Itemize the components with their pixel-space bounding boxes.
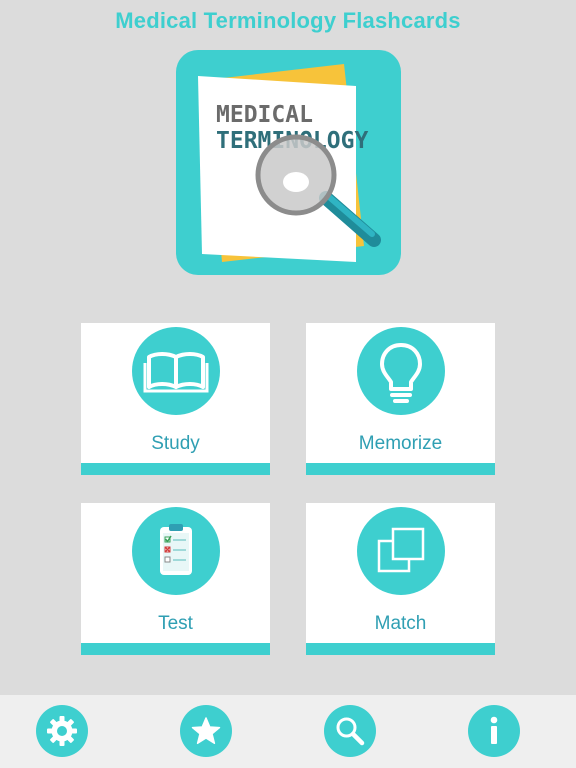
memorize-label: Memorize xyxy=(358,433,443,454)
search-button[interactable] xyxy=(324,705,376,757)
match-icon-circle xyxy=(356,507,445,595)
test-button[interactable]: Test xyxy=(81,503,270,655)
match-label: Match xyxy=(374,613,427,634)
match-stripe xyxy=(306,643,495,655)
logo-illustration: MEDICAL TERMINOLOGY xyxy=(198,64,381,262)
settings-button[interactable] xyxy=(36,705,88,757)
app-logo: MEDICAL TERMINOLOGY xyxy=(176,50,401,275)
memorize-button[interactable]: Memorize xyxy=(306,323,495,475)
info-icon xyxy=(490,716,498,744)
study-label: Study xyxy=(151,433,200,454)
memorize-stripe xyxy=(306,463,495,475)
app-title: Medical Terminology Flashcards xyxy=(115,8,461,33)
lightbulb-icon xyxy=(379,343,422,403)
magnifier-icon xyxy=(336,717,365,746)
info-button[interactable] xyxy=(468,705,520,757)
test-icon-circle xyxy=(131,507,220,595)
test-label: Test xyxy=(158,613,193,634)
test-stripe xyxy=(81,643,270,655)
gear-icon xyxy=(47,716,77,746)
clipboard-checklist-icon xyxy=(159,524,192,575)
study-stripe xyxy=(81,463,270,475)
study-icon-circle xyxy=(131,327,220,415)
bottom-toolbar xyxy=(0,695,576,768)
open-book-icon xyxy=(143,352,208,393)
match-button[interactable]: Match xyxy=(306,503,495,655)
star-icon xyxy=(191,717,221,745)
overlapping-squares-icon xyxy=(377,527,424,573)
favorites-button[interactable] xyxy=(180,705,232,757)
logo-line1: MEDICAL xyxy=(216,102,313,128)
memorize-icon-circle xyxy=(356,327,445,415)
study-button[interactable]: Study xyxy=(81,323,270,475)
